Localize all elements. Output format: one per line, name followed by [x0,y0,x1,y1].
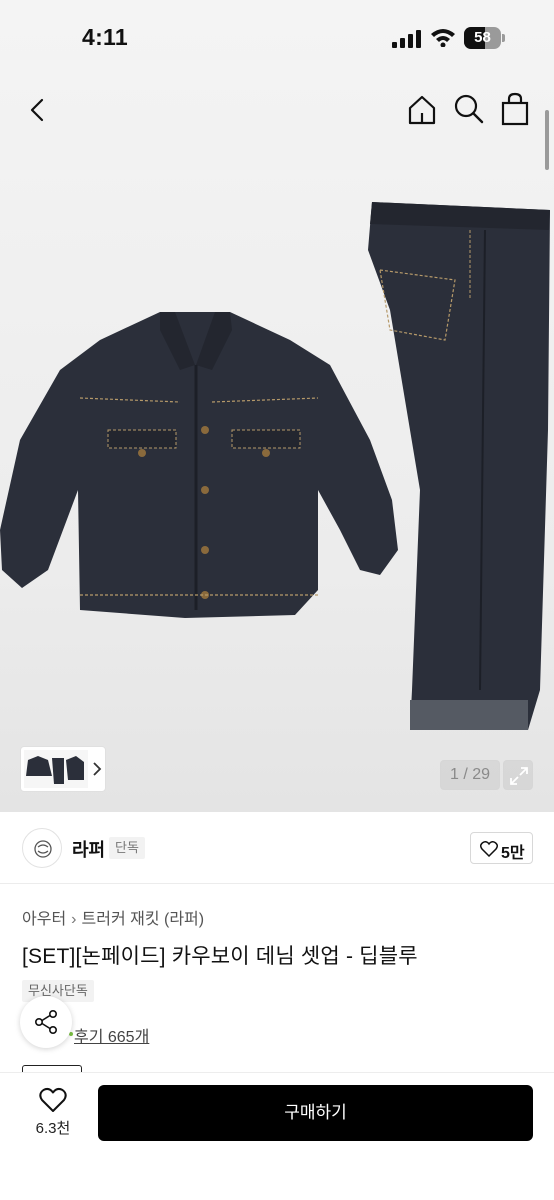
wifi-icon [431,29,455,47]
cellular-signal-icon [392,30,421,48]
breadcrumb-item[interactable]: 트러커 재킷 (라퍼) [82,905,205,929]
exclusive-badge: 단독 [109,837,145,859]
bottom-action-bar: 6.3천 구매하기 [0,1072,554,1200]
wishlist-button[interactable]: 6.3천 [28,1087,78,1139]
breadcrumb-item[interactable]: 아우터 [22,905,66,929]
image-counter: 1 / 29 [440,760,500,790]
denim-jacket [0,312,398,618]
buy-button[interactable]: 구매하기 [98,1085,533,1141]
share-icon [34,1009,57,1034]
heart-icon [39,1087,67,1112]
battery-icon: 58 [464,27,506,49]
brand-logo-icon [34,840,52,858]
heart-icon [480,841,498,857]
expand-arrows-icon [510,767,528,785]
chevron-right-icon [93,762,102,776]
denim-setup-product-image [0,202,550,730]
status-time: 4:11 [82,24,128,50]
review-link[interactable]: 후기 665개 [74,1023,149,1047]
brand-logo[interactable] [22,828,62,868]
chevron-right-icon: › [71,911,77,928]
home-icon[interactable] [404,92,440,128]
thumbnail-image [24,750,88,788]
share-button[interactable] [20,996,72,1048]
status-bar: 4:11 58 [0,0,554,78]
brand-like-count: 5만 [501,845,525,862]
brand-name[interactable]: 라퍼 [72,836,105,862]
wishlist-count: 6.3천 [35,1120,71,1137]
search-icon[interactable] [452,92,486,126]
expand-button[interactable] [503,760,533,790]
shopping-bag-icon[interactable] [498,90,532,128]
scroll-indicator [545,110,549,170]
brand-row: 라퍼 단독 5만 [0,812,554,884]
thumbnail-strip[interactable] [20,746,106,792]
denim-pants [368,202,550,730]
brand-like-button[interactable]: 5만 [470,832,533,864]
breadcrumb: 아우터 › 트러커 재킷 (라퍼) [22,905,204,929]
back-button[interactable] [22,92,54,128]
product-title: [SET][논페이드] 카우보이 데님 셋업 - 딥블루 [22,945,418,968]
battery-level: 58 [474,29,491,46]
